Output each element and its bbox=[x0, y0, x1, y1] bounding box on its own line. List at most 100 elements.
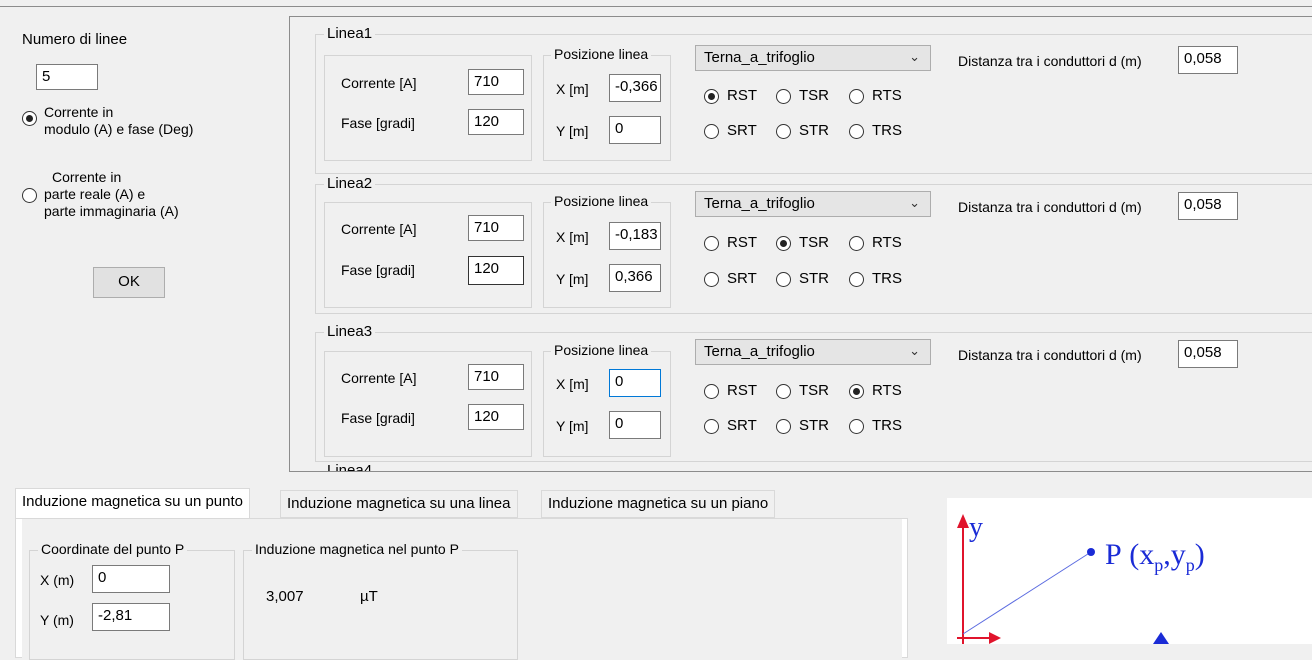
linea3-fase-label: Fase [gradi] bbox=[341, 410, 415, 426]
lines-container[interactable]: Linea1 Corrente [A] 710 Fase [gradi] 120… bbox=[289, 16, 1312, 472]
tab-punto[interactable]: Induzione magnetica su un punto bbox=[15, 488, 250, 519]
linea1-radio-rts[interactable] bbox=[849, 89, 864, 104]
radio-reale-immaginaria-label: Corrente in parte reale (A) e parte imma… bbox=[44, 169, 179, 219]
linea3-distanza-label: Distanza tra i conduttori d (m) bbox=[958, 347, 1142, 363]
linea3-distanza-input[interactable]: 0,058 bbox=[1178, 340, 1238, 368]
linea3-y-input[interactable]: 0 bbox=[609, 411, 661, 439]
linea1-x-input[interactable]: -0,366 bbox=[609, 74, 661, 102]
linea3-config-combo[interactable]: Terna_a_trifoglio ⌄ bbox=[695, 339, 931, 365]
linea2-y-input[interactable]: 0,366 bbox=[609, 264, 661, 292]
point-x-label: X (m) bbox=[40, 572, 75, 588]
linea2-corrente-label: Corrente [A] bbox=[341, 221, 417, 237]
coordinate-title: Coordinate del punto P bbox=[38, 541, 188, 557]
linea1-x-label: X [m] bbox=[556, 81, 589, 97]
linea1-radio-str[interactable] bbox=[776, 124, 791, 139]
linea1-config-value: Terna_a_trifoglio bbox=[704, 49, 815, 66]
top-border bbox=[0, 6, 1312, 7]
linea2-fase-label: Fase [gradi] bbox=[341, 262, 415, 278]
linea3-radio-srt-label: SRT bbox=[727, 417, 757, 434]
linea1-radio-rts-label: RTS bbox=[872, 87, 902, 104]
linea1-radio-str-label: STR bbox=[799, 122, 829, 139]
linea2-radio-tsr[interactable] bbox=[776, 236, 791, 251]
point-p-label: P (xp,yp) bbox=[1105, 538, 1205, 575]
projection-line bbox=[962, 551, 1092, 635]
linea1-radio-srt[interactable] bbox=[704, 124, 719, 139]
linea2-radio-str-label: STR bbox=[799, 270, 829, 287]
linea2-config-value: Terna_a_trifoglio bbox=[704, 195, 815, 212]
linea1-distanza-label: Distanza tra i conduttori d (m) bbox=[958, 53, 1142, 69]
linea1-distanza-input[interactable]: 0,058 bbox=[1178, 46, 1238, 74]
y-axis-arrow bbox=[957, 514, 969, 528]
linea2-radio-str[interactable] bbox=[776, 272, 791, 287]
linea4-title: Linea4 bbox=[327, 462, 373, 472]
linea2-corrente-input[interactable]: 710 bbox=[468, 215, 524, 241]
linea2-y-label: Y [m] bbox=[556, 271, 589, 287]
linea1-fase-input[interactable]: 120 bbox=[468, 109, 524, 135]
linea2-radio-rst[interactable] bbox=[704, 236, 719, 251]
point-y-label: Y (m) bbox=[40, 612, 74, 628]
linea3-posizione-group: Posizione linea bbox=[543, 342, 671, 457]
linea2-config-combo[interactable]: Terna_a_trifoglio ⌄ bbox=[695, 191, 931, 217]
linea1-radio-tsr-label: TSR bbox=[799, 87, 829, 104]
linea3-fase-input[interactable]: 120 bbox=[468, 404, 524, 430]
linea3-posizione-title: Posizione linea bbox=[551, 342, 652, 358]
linea1-corrente-input[interactable]: 710 bbox=[468, 69, 524, 95]
linea2-radio-rst-label: RST bbox=[727, 234, 757, 251]
linea3-corrente-label: Corrente [A] bbox=[341, 370, 417, 386]
linea2-radio-rts[interactable] bbox=[849, 236, 864, 251]
linea3-radio-trs-label: TRS bbox=[872, 417, 902, 434]
linea3-radio-rts[interactable] bbox=[849, 384, 864, 399]
linea3-radio-rst[interactable] bbox=[704, 384, 719, 399]
linea3-radio-rst-label: RST bbox=[727, 382, 757, 399]
induzione-value: 3,007 bbox=[266, 588, 304, 605]
induzione-title: Induzione magnetica nel punto P bbox=[252, 541, 462, 557]
linea1-radio-rst-label: RST bbox=[727, 87, 757, 104]
point-p-marker bbox=[1087, 548, 1095, 556]
linea3-radio-str[interactable] bbox=[776, 419, 791, 434]
linea3-radio-tsr[interactable] bbox=[776, 384, 791, 399]
numero-linee-label: Numero di linee bbox=[22, 31, 128, 48]
linea3-x-input[interactable]: 0 bbox=[609, 369, 661, 397]
linea2-fase-input[interactable]: 120 bbox=[468, 256, 524, 285]
linea2-radio-trs[interactable] bbox=[849, 272, 864, 287]
linea2-posizione-title: Posizione linea bbox=[551, 193, 652, 209]
linea3-radio-tsr-label: TSR bbox=[799, 382, 829, 399]
linea1-title: Linea1 bbox=[324, 25, 376, 42]
radio-modulo-fase[interactable] bbox=[22, 111, 37, 126]
induzione-unit: µT bbox=[360, 588, 378, 605]
linea2-radio-srt[interactable] bbox=[704, 272, 719, 287]
linea2-x-input[interactable]: -0,183 bbox=[609, 222, 661, 250]
point-x-input[interactable]: 0 bbox=[92, 565, 170, 593]
linea1-config-combo[interactable]: Terna_a_trifoglio ⌄ bbox=[695, 45, 931, 71]
linea1-corrente-label: Corrente [A] bbox=[341, 75, 417, 91]
linea3-title: Linea3 bbox=[324, 323, 376, 340]
tab-linea[interactable]: Induzione magnetica su una linea bbox=[280, 490, 518, 518]
linea3-corrente-input[interactable]: 710 bbox=[468, 364, 524, 390]
linea3-radio-str-label: STR bbox=[799, 417, 829, 434]
chevron-down-icon: ⌄ bbox=[909, 343, 920, 358]
linea3-x-label: X [m] bbox=[556, 376, 589, 392]
linea1-radio-trs[interactable] bbox=[849, 124, 864, 139]
linea2-distanza-input[interactable]: 0,058 bbox=[1178, 192, 1238, 220]
linea2-x-label: X [m] bbox=[556, 229, 589, 245]
linea1-posizione-group: Posizione linea bbox=[543, 46, 671, 161]
linea1-radio-rst[interactable] bbox=[704, 89, 719, 104]
linea1-radio-tsr[interactable] bbox=[776, 89, 791, 104]
radio-reale-immaginaria[interactable] bbox=[22, 188, 37, 203]
point-y-input[interactable]: -2,81 bbox=[92, 603, 170, 631]
linea2-distanza-label: Distanza tra i conduttori d (m) bbox=[958, 199, 1142, 215]
linea3-radio-trs[interactable] bbox=[849, 419, 864, 434]
tab-piano[interactable]: Induzione magnetica su un piano bbox=[541, 490, 776, 518]
linea1-y-input[interactable]: 0 bbox=[609, 116, 661, 144]
numero-linee-input[interactable]: 5 bbox=[36, 64, 98, 90]
linea3-radio-srt[interactable] bbox=[704, 419, 719, 434]
ok-button[interactable]: OK bbox=[93, 267, 165, 298]
y-axis-label: y bbox=[969, 512, 983, 543]
bottom-arrow-marker bbox=[1153, 632, 1169, 644]
linea3-y-label: Y [m] bbox=[556, 418, 589, 434]
linea1-radio-srt-label: SRT bbox=[727, 122, 757, 139]
linea1-fase-label: Fase [gradi] bbox=[341, 115, 415, 131]
linea2-radio-srt-label: SRT bbox=[727, 270, 757, 287]
linea3-radio-rts-label: RTS bbox=[872, 382, 902, 399]
linea1-radio-trs-label: TRS bbox=[872, 122, 902, 139]
